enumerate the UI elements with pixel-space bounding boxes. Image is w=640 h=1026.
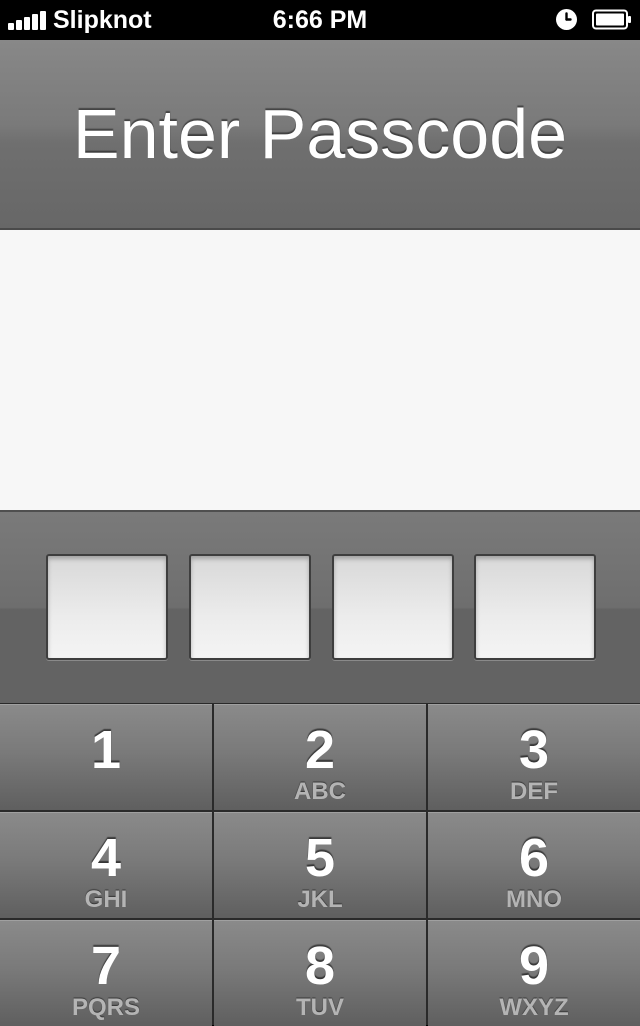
numeric-keypad: 1 2 ABC 3 DEF 4 GHI 5 JKL 6 MNO 7 PQRS 8… bbox=[0, 703, 640, 1026]
key-letters: ABC bbox=[294, 778, 346, 805]
message-area bbox=[0, 230, 640, 510]
passcode-digit-field-4[interactable] bbox=[474, 554, 596, 660]
key-2[interactable]: 2 ABC bbox=[214, 704, 426, 810]
key-digit: 8 bbox=[304, 936, 336, 996]
key-7[interactable]: 7 PQRS bbox=[0, 920, 212, 1026]
status-bar: Slipknot 6:66 PM bbox=[0, 0, 640, 40]
key-letters: PQRS bbox=[71, 994, 140, 1021]
passcode-digit-field-1[interactable] bbox=[46, 554, 168, 660]
header-bar: Enter Passcode bbox=[0, 40, 640, 230]
key-letters: DEF bbox=[510, 778, 558, 805]
passcode-digit-field-2[interactable] bbox=[189, 554, 311, 660]
key-6[interactable]: 6 MNO bbox=[428, 812, 640, 918]
passcode-panel bbox=[0, 510, 640, 703]
key-letters: JKL bbox=[297, 886, 343, 913]
key-digit: 1 bbox=[90, 720, 122, 780]
key-digit: 2 bbox=[304, 720, 336, 780]
key-letters: MNO bbox=[506, 886, 562, 913]
key-1[interactable]: 1 bbox=[0, 704, 212, 810]
status-time: 6:66 PM bbox=[272, 6, 368, 34]
key-letters: WXYZ bbox=[499, 994, 569, 1021]
key-digit: 5 bbox=[304, 828, 336, 888]
key-digit: 9 bbox=[518, 936, 550, 996]
key-letters: TUV bbox=[296, 994, 344, 1021]
key-digit: 3 bbox=[518, 720, 550, 780]
passcode-digit-field-3[interactable] bbox=[332, 554, 454, 660]
key-8[interactable]: 8 TUV bbox=[214, 920, 426, 1026]
key-digit: 7 bbox=[90, 936, 122, 996]
key-digit: 6 bbox=[518, 828, 550, 888]
key-3[interactable]: 3 DEF bbox=[428, 704, 640, 810]
key-9[interactable]: 9 WXYZ bbox=[428, 920, 640, 1026]
key-5[interactable]: 5 JKL bbox=[214, 812, 426, 918]
key-digit: 4 bbox=[90, 828, 122, 888]
key-4[interactable]: 4 GHI bbox=[0, 812, 212, 918]
page-title: Enter Passcode bbox=[72, 95, 568, 173]
key-letters: GHI bbox=[84, 886, 128, 913]
alarm-icon bbox=[556, 9, 577, 30]
battery-icon bbox=[592, 9, 632, 30]
